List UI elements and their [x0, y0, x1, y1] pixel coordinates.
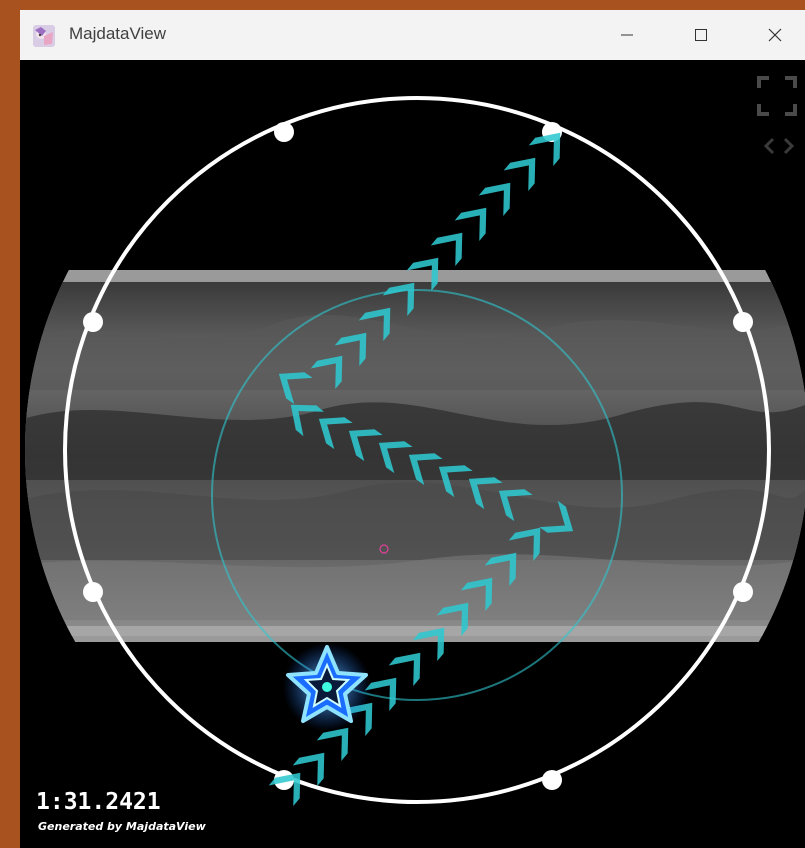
timecode: 1:31.2421	[36, 789, 161, 815]
title-bar[interactable]: MajdataView	[20, 10, 805, 60]
minimize-icon	[621, 34, 633, 36]
minimize-button[interactable]	[597, 10, 657, 60]
star-tap-icon	[283, 643, 371, 731]
app-window: MajdataView 1:31.2421 Generated by Majda…	[20, 10, 805, 848]
playfield	[25, 96, 805, 807]
close-icon	[768, 28, 782, 42]
close-button[interactable]	[745, 10, 805, 60]
maximize-icon	[695, 29, 707, 41]
fullscreen-icon[interactable]	[757, 76, 797, 116]
credit-text: Generated by MajdataView	[38, 820, 206, 833]
chevron-left-right-icon[interactable]	[761, 134, 797, 158]
maximize-button[interactable]	[671, 10, 731, 60]
chart-preview-stage[interactable]: 1:31.2421 Generated by MajdataView	[20, 60, 805, 848]
app-icon	[33, 25, 55, 47]
window-title: MajdataView	[69, 24, 167, 43]
